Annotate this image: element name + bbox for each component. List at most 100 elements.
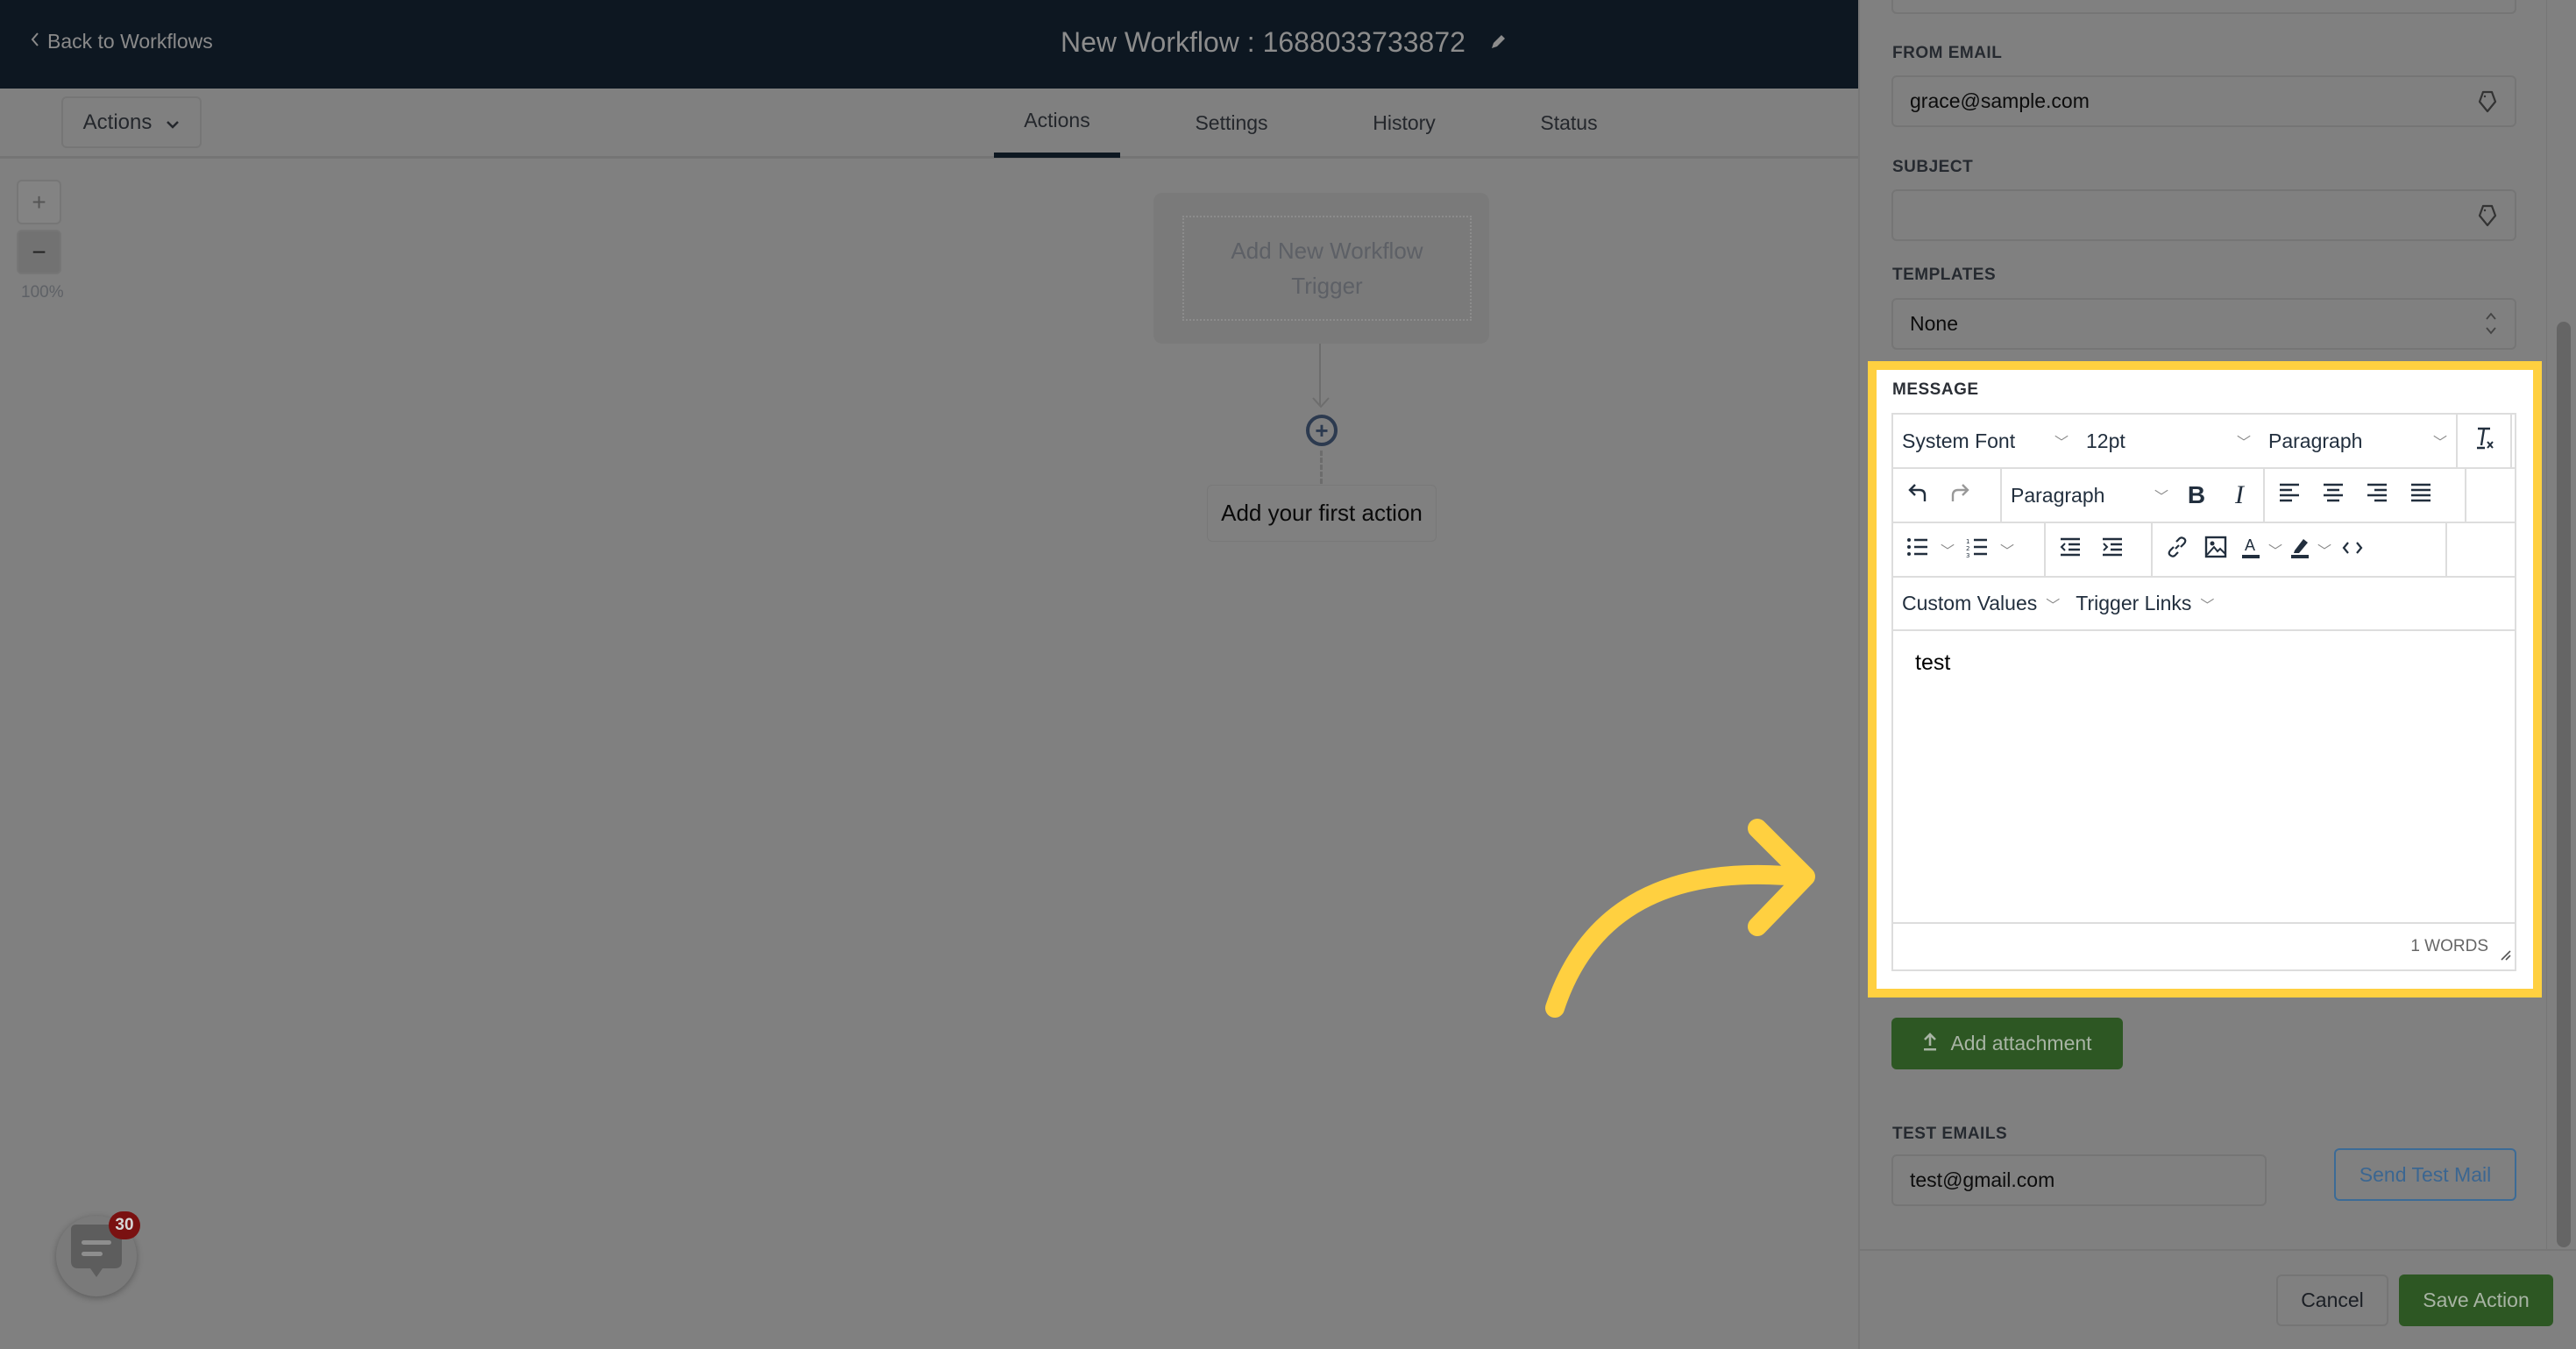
add-attachment-button[interactable]: Add attachment: [1891, 1018, 2123, 1069]
text-color-chevron-icon[interactable]: ﹀: [2268, 539, 2282, 560]
resize-handle-icon[interactable]: [2499, 947, 2511, 966]
templates-label: TEMPLATES: [1892, 266, 1997, 284]
undo-button[interactable]: [1898, 476, 1937, 515]
editor-toolbar-row-1: System Font ﹀ 12pt ﹀ Paragraph ﹀: [1893, 415, 2515, 469]
highlighter-icon: [2289, 535, 2310, 564]
highlight-chevron-icon[interactable]: ﹀: [2317, 539, 2331, 560]
numbered-list-button[interactable]: 123: [1958, 530, 1997, 569]
align-right-button[interactable]: [2358, 476, 2396, 515]
block-format-select[interactable]: Paragraph ﹀: [2260, 415, 2458, 467]
list-group: ﹀ 123 ﹀: [1893, 523, 2046, 576]
add-trigger-button[interactable]: Add New Workflow Trigger: [1182, 216, 1472, 321]
tab-settings[interactable]: Settings: [1166, 89, 1297, 158]
word-count: 1 WORDS: [2410, 937, 2488, 955]
outdent-icon: [2059, 536, 2082, 563]
panel-scrollbar[interactable]: [2557, 322, 2571, 1247]
message-body-editor[interactable]: test: [1893, 631, 2515, 922]
paragraph-format-select[interactable]: Paragraph ﹀: [2002, 469, 2177, 522]
font-size-select[interactable]: 12pt ﹀: [2077, 415, 2260, 467]
indent-button[interactable]: [2093, 530, 2132, 569]
scrollbar-track: [2546, 0, 2547, 1249]
zoom-out-button[interactable]: −: [17, 230, 61, 274]
highlight-color-button[interactable]: [2284, 530, 2316, 569]
justify-button[interactable]: [2402, 476, 2440, 515]
save-action-button[interactable]: Save Action: [2399, 1274, 2553, 1326]
trigger-links-dropdown[interactable]: Trigger Links ﹀: [2076, 578, 2214, 629]
align-left-icon: [2278, 482, 2301, 508]
custom-values-dropdown[interactable]: Custom Values ﹀: [1902, 578, 2060, 629]
italic-button[interactable]: I: [2216, 469, 2265, 522]
clear-formatting-button[interactable]: [2458, 415, 2512, 467]
arrow-down-icon: [1312, 397, 1330, 408]
insert-group: A ﹀ ﹀: [2153, 523, 2447, 576]
source-code-button[interactable]: [2333, 530, 2372, 569]
panel-footer-divider: [1858, 1249, 2576, 1251]
editor-toolbar-row-3: ﹀ 123 ﹀ A ﹀ ﹀: [1893, 523, 2515, 578]
pencil-icon[interactable]: [1488, 26, 1508, 59]
tab-label: Actions: [1024, 109, 1090, 131]
numbered-list-icon: 123: [1966, 536, 1989, 563]
bullet-list-chevron-icon[interactable]: ﹀: [1941, 539, 1955, 560]
from-email-value: grace@sample.com: [1910, 89, 2090, 112]
tag-icon[interactable]: [2478, 203, 2497, 233]
rich-text-editor: System Font ﹀ 12pt ﹀ Paragraph ﹀ Paragraph ﹀…: [1891, 413, 2516, 971]
code-icon: [2341, 538, 2364, 562]
chevron-down-icon: ﹀: [2432, 436, 2447, 451]
select-updown-icon: [2485, 310, 2497, 342]
chevron-down-icon: [166, 110, 180, 135]
top-header: [0, 0, 1858, 89]
image-button[interactable]: [2196, 530, 2235, 569]
workflow-title: New Workflow : 1688033733872: [1061, 26, 1508, 59]
actions-dropdown-label: Actions: [82, 110, 153, 134]
redo-icon: [1949, 481, 1970, 509]
from-email-input[interactable]: grace@sample.com: [1891, 75, 2516, 127]
trigger-label: Add New Workflow Trigger: [1231, 238, 1423, 299]
align-right-icon: [2366, 482, 2388, 508]
justify-icon: [2409, 482, 2432, 508]
text-color-icon: A: [2240, 535, 2261, 564]
bold-button[interactable]: B: [2177, 476, 2216, 515]
alignment-group: [2265, 469, 2466, 522]
workflow-title-text: New Workflow : 1688033733872: [1061, 26, 1465, 58]
back-label: Back to Workflows: [47, 30, 213, 53]
tab-history[interactable]: History: [1341, 89, 1467, 158]
send-test-mail-button[interactable]: Send Test Mail: [2334, 1148, 2516, 1201]
align-left-button[interactable]: [2270, 476, 2309, 515]
text-color-button[interactable]: A: [2235, 530, 2267, 569]
undo-icon: [1907, 481, 1928, 509]
cancel-button[interactable]: Cancel: [2276, 1274, 2388, 1326]
tab-actions[interactable]: Actions: [994, 89, 1120, 158]
actions-dropdown[interactable]: Actions: [61, 96, 202, 148]
tab-label: History: [1373, 111, 1436, 134]
templates-select[interactable]: None: [1891, 298, 2516, 350]
test-emails-input[interactable]: test@gmail.com: [1891, 1154, 2267, 1206]
add-first-action-label: Add your first action: [1221, 500, 1423, 526]
trigger-links-label: Trigger Links: [2076, 592, 2192, 614]
chevron-left-icon: [30, 30, 40, 53]
from-email-label: FROM EMAIL: [1892, 44, 2003, 62]
outdent-button[interactable]: [2051, 530, 2090, 569]
paragraph-format-value: Paragraph: [2011, 483, 2105, 507]
link-icon: [2166, 536, 2189, 564]
numbered-list-chevron-icon[interactable]: ﹀: [2000, 539, 2014, 560]
align-center-button[interactable]: [2314, 476, 2352, 515]
font-size-value: 12pt: [2086, 429, 2125, 452]
font-family-select[interactable]: System Font ﹀: [1893, 415, 2077, 467]
tag-icon[interactable]: [2478, 89, 2497, 119]
editor-toolbar-row-2: Paragraph ﹀ B I: [1893, 469, 2515, 523]
tab-status[interactable]: Status: [1508, 89, 1630, 158]
bullet-list-button[interactable]: [1898, 530, 1937, 569]
zoom-level: 100%: [21, 283, 64, 302]
add-action-plus-icon[interactable]: +: [1306, 415, 1338, 446]
previous-field-input[interactable]: [1891, 0, 2516, 14]
link-button[interactable]: [2158, 530, 2196, 569]
back-to-workflows-link[interactable]: Back to Workflows: [30, 30, 213, 53]
subject-input[interactable]: [1891, 189, 2516, 241]
test-emails-value: test@gmail.com: [1910, 1168, 2055, 1191]
chevron-down-icon: ﹀: [2200, 598, 2215, 614]
zoom-in-button[interactable]: +: [17, 180, 61, 224]
history-group: [1893, 469, 2002, 522]
redo-button[interactable]: [1941, 476, 1979, 515]
bullet-list-icon: [1906, 536, 1929, 563]
add-first-action-button[interactable]: Add your first action: [1207, 485, 1437, 542]
